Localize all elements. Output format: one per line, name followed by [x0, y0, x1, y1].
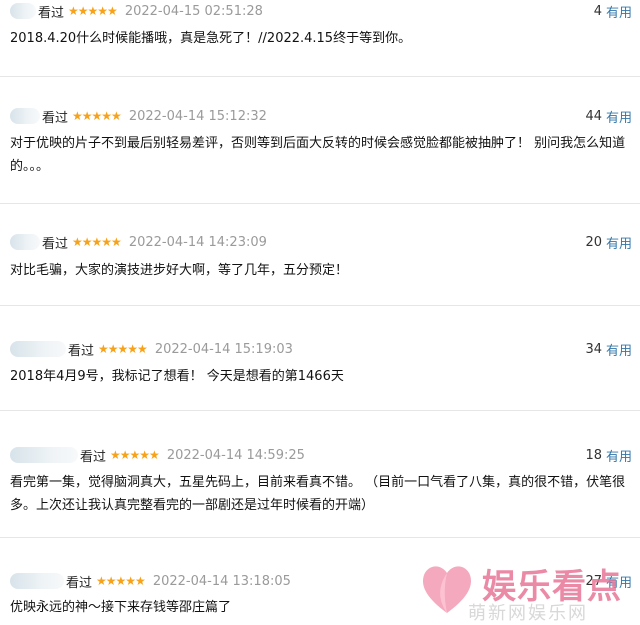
useful-vote: 44 有用 [585, 107, 632, 126]
rating-stars: ★★★★★ [96, 574, 146, 588]
vote-count: 4 [593, 3, 602, 19]
watched-status: 看过 [66, 575, 93, 591]
review-date: 2022-04-14 14:59:25 [166, 447, 305, 463]
rating-stars: ★★★★★ [68, 4, 118, 18]
review-content: 对于优映的片子不到最后别轻易差评，否则等到后面大反转的时候会感觉脸都能被抽肿了！… [10, 136, 626, 174]
review-date: 2022-04-15 02:51:28 [124, 3, 263, 19]
review-meta: 看过 ★★★★★ 2022-04-14 15:12:32 [10, 107, 267, 126]
user-avatar[interactable] [10, 573, 64, 589]
divider [0, 305, 640, 306]
user-avatar[interactable] [10, 108, 40, 124]
review-meta: 看过 ★★★★★ 2022-04-14 15:19:03 [10, 340, 293, 359]
review-date: 2022-04-14 15:19:03 [154, 341, 293, 357]
watched-status: 看过 [42, 236, 69, 252]
divider [0, 537, 640, 538]
review-content: 对比毛骗，大家的演技进步好大啊，等了几年，五分预定！ [10, 263, 349, 278]
review-content: 2018.4.20什么时候能播哦，真是急死了！//2022.4.15终于等到你。 [10, 31, 412, 46]
useful-vote: 18 有用 [585, 446, 632, 465]
watermark: 萌新网娱乐网 娱乐看点 [418, 559, 634, 624]
rating-stars: ★★★★★ [110, 448, 160, 462]
rating-stars: ★★★★★ [98, 342, 148, 356]
watermark-text: 娱乐看点 [482, 567, 622, 607]
useful-vote: 4 有用 [593, 2, 632, 21]
review-content: 2018年4月9号，我标记了想看！ 今天是想看的第1466天 [10, 369, 344, 384]
review-date: 2022-04-14 13:18:05 [152, 573, 291, 589]
useful-button[interactable]: 有用 [606, 340, 632, 359]
useful-button[interactable]: 有用 [606, 446, 632, 465]
vote-count: 20 [585, 234, 602, 250]
watched-status: 看过 [42, 110, 69, 126]
user-avatar[interactable] [10, 341, 66, 357]
review-date: 2022-04-14 14:23:09 [128, 234, 267, 250]
watched-status: 看过 [80, 449, 107, 465]
review-meta: 看过 ★★★★★ 2022-04-14 14:59:25 [10, 446, 305, 465]
rating-stars: ★★★★★ [72, 235, 122, 249]
watched-status: 看过 [68, 343, 95, 359]
useful-button[interactable]: 有用 [606, 107, 632, 126]
review-date: 2022-04-14 15:12:32 [128, 108, 267, 124]
useful-vote: 34 有用 [585, 340, 632, 359]
review-meta: 看过 ★★★★★ 2022-04-15 02:51:28 [10, 2, 263, 21]
review-meta: 看过 ★★★★★ 2022-04-14 14:23:09 [10, 233, 267, 252]
watched-status: 看过 [38, 5, 65, 21]
divider [0, 76, 640, 77]
vote-count: 34 [585, 341, 602, 357]
divider [0, 410, 640, 411]
review-meta: 看过 ★★★★★ 2022-04-14 13:18:05 [10, 572, 291, 591]
review-content: 看完第一集，觉得脑洞真大，五星先码上，目前来看真不错。 （目前一口气看了八集，真… [10, 475, 626, 513]
useful-vote: 20 有用 [585, 233, 632, 252]
vote-count: 44 [585, 108, 602, 124]
divider [0, 203, 640, 204]
useful-button[interactable]: 有用 [606, 2, 632, 21]
user-avatar[interactable] [10, 3, 36, 19]
useful-button[interactable]: 有用 [606, 233, 632, 252]
vote-count: 18 [585, 447, 602, 463]
user-avatar[interactable] [10, 447, 78, 463]
user-avatar[interactable] [10, 234, 40, 250]
rating-stars: ★★★★★ [72, 109, 122, 123]
